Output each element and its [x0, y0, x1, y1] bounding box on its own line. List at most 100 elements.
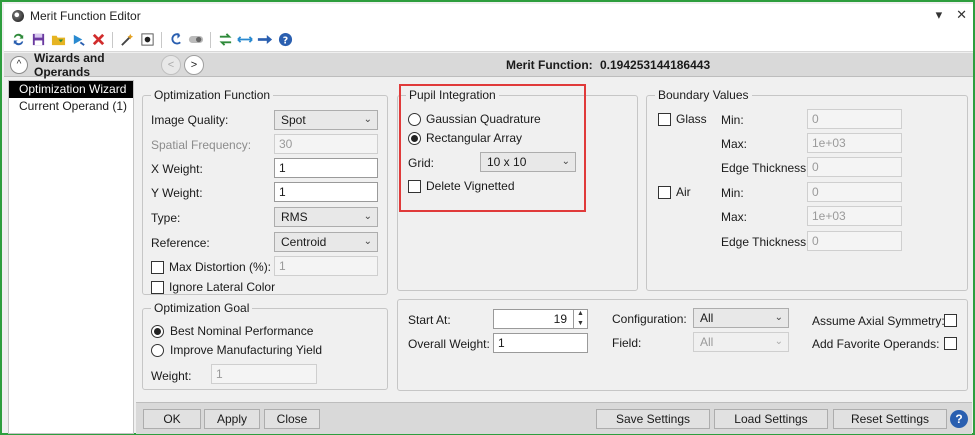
button-bar: OK Apply Close Save Settings Load Settin…: [136, 402, 972, 434]
ok-button[interactable]: OK: [143, 409, 201, 429]
operand-settings-group: Start At: 19 ▲ ▼ Overall Weight: 1 Confi…: [397, 299, 968, 391]
field-select[interactable]: All ⌄: [693, 332, 789, 352]
spinner-up-icon[interactable]: ▲: [574, 309, 587, 319]
goal-weight-input[interactable]: 1: [211, 364, 317, 384]
window-menu-dropdown-icon[interactable]: ▾: [936, 7, 943, 23]
help-icon[interactable]: ?: [277, 32, 293, 48]
insert-icon[interactable]: [70, 32, 86, 48]
glass-edge-label: Edge Thickness:: [721, 161, 810, 175]
air-min-input[interactable]: 0: [807, 182, 902, 202]
air-edge-input[interactable]: 0: [807, 231, 902, 251]
window-title: Merit Function Editor: [30, 9, 141, 23]
save-settings-button[interactable]: Save Settings: [596, 409, 710, 429]
refresh-icon[interactable]: [10, 32, 26, 48]
start-at-label: Start At:: [408, 313, 451, 327]
glass-min-input[interactable]: 0: [807, 109, 902, 129]
sync-icon[interactable]: [217, 32, 233, 48]
air-max-label: Max:: [721, 210, 748, 224]
help-icon[interactable]: ?: [950, 410, 968, 428]
load-icon[interactable]: [50, 32, 66, 48]
save-icon[interactable]: [30, 32, 46, 48]
glass-label: Glass: [676, 112, 707, 126]
start-at-spinner[interactable]: ▲ ▼: [573, 309, 587, 329]
max-distortion-checkbox[interactable]: [151, 261, 164, 274]
undo-icon[interactable]: [168, 32, 184, 48]
air-edge-label: Edge Thickness:: [721, 235, 810, 249]
sidebar-item-current-operand[interactable]: Current Operand (1): [9, 98, 133, 115]
wizard-icon[interactable]: [119, 32, 135, 48]
wizard-content: Optimization Function Image Quality: Spo…: [136, 80, 972, 402]
chevron-down-icon: ⌄: [774, 336, 783, 347]
overall-weight-input[interactable]: 1: [493, 333, 588, 353]
stop-icon[interactable]: [139, 32, 155, 48]
glass-checkbox[interactable]: [658, 113, 671, 126]
title-bar: Merit Function Editor ▾ ✕: [4, 4, 973, 28]
y-weight-input[interactable]: 1: [274, 182, 378, 202]
boundary-values-title: Boundary Values: [655, 88, 752, 102]
improve-yield-label: Improve Manufacturing Yield: [170, 343, 323, 357]
merit-function-label: Merit Function:: [506, 58, 593, 72]
reference-select[interactable]: Centroid ⌄: [274, 232, 378, 252]
optimization-function-title: Optimization Function: [151, 88, 274, 102]
best-nominal-label: Best Nominal Performance: [170, 324, 314, 338]
chevron-down-icon: ⌄: [363, 236, 372, 247]
reference-value: Centroid: [281, 235, 327, 249]
window-close-icon[interactable]: ✕: [956, 7, 967, 23]
load-settings-button[interactable]: Load Settings: [714, 409, 828, 429]
field-value: All: [700, 335, 714, 349]
toolbar: ?: [4, 28, 973, 52]
type-select[interactable]: RMS ⌄: [274, 207, 378, 227]
sidebar-item-optimization-wizard[interactable]: Optimization Wizard: [9, 81, 133, 98]
chevron-down-icon: ⌄: [363, 211, 372, 222]
best-nominal-radio[interactable]: [151, 325, 164, 338]
apply-button[interactable]: Apply: [204, 409, 260, 429]
svg-text:?: ?: [282, 35, 287, 46]
spinner-down-icon[interactable]: ▼: [574, 319, 587, 329]
next-arrow-icon[interactable]: >: [184, 54, 204, 75]
ignore-lateral-color-label: Ignore Lateral Color: [169, 280, 276, 294]
chevron-down-icon: ⌄: [363, 114, 372, 125]
glass-edge-input[interactable]: 0: [807, 157, 902, 177]
configuration-value: All: [700, 311, 714, 325]
optimization-function-group: Optimization Function Image Quality: Spo…: [142, 88, 388, 295]
improve-yield-radio[interactable]: [151, 344, 164, 357]
section-title: Wizards and Operands: [34, 50, 105, 79]
add-favorite-operands-label: Add Favorite Operands:: [812, 337, 940, 351]
spatial-frequency-input[interactable]: 30: [274, 134, 378, 154]
expand-icon[interactable]: [237, 32, 253, 48]
glass-max-label: Max:: [721, 137, 748, 151]
optimization-goal-group: Optimization Goal Best Nominal Performan…: [142, 301, 388, 390]
window-frame: Merit Function Editor ▾ ✕ ? ^ Wizards an…: [0, 0, 975, 435]
delete-icon[interactable]: [90, 32, 106, 48]
spatial-frequency-label: Spatial Frequency:: [151, 138, 252, 152]
air-label: Air: [676, 185, 691, 199]
image-quality-select[interactable]: Spot ⌄: [274, 110, 378, 130]
collapse-icon[interactable]: ^: [10, 55, 28, 74]
max-distortion-input[interactable]: 1: [274, 256, 378, 276]
type-label: Type:: [151, 211, 181, 225]
prev-arrow-icon[interactable]: <: [161, 54, 181, 75]
y-weight-label: Y Weight:: [151, 186, 203, 200]
close-button[interactable]: Close: [264, 409, 320, 429]
ignore-lateral-color-checkbox[interactable]: [151, 281, 164, 294]
wizard-list: Optimization Wizard Current Operand (1): [8, 80, 134, 434]
image-quality-label: Image Quality:: [151, 113, 229, 127]
chevron-down-icon: ⌄: [774, 312, 783, 323]
toggle-icon[interactable]: [188, 32, 204, 48]
x-weight-input[interactable]: 1: [274, 158, 378, 178]
merit-function-value: 0.194253144186443: [600, 58, 711, 72]
configuration-select[interactable]: All ⌄: [693, 308, 789, 328]
air-max-input[interactable]: 1e+03: [807, 206, 902, 226]
glass-max-input[interactable]: 1e+03: [807, 133, 902, 153]
air-min-label: Min:: [721, 186, 744, 200]
optimization-goal-title: Optimization Goal: [151, 301, 253, 315]
reset-settings-button[interactable]: Reset Settings: [833, 409, 947, 429]
field-label: Field:: [612, 336, 642, 350]
configuration-label: Configuration:: [612, 312, 687, 326]
arrow-right-icon[interactable]: [257, 32, 273, 48]
pupil-highlight-box: [399, 84, 586, 212]
x-weight-label: X Weight:: [151, 162, 203, 176]
air-checkbox[interactable]: [658, 186, 671, 199]
assume-axial-symmetry-checkbox[interactable]: [944, 314, 957, 327]
add-favorite-operands-checkbox[interactable]: [944, 337, 957, 350]
